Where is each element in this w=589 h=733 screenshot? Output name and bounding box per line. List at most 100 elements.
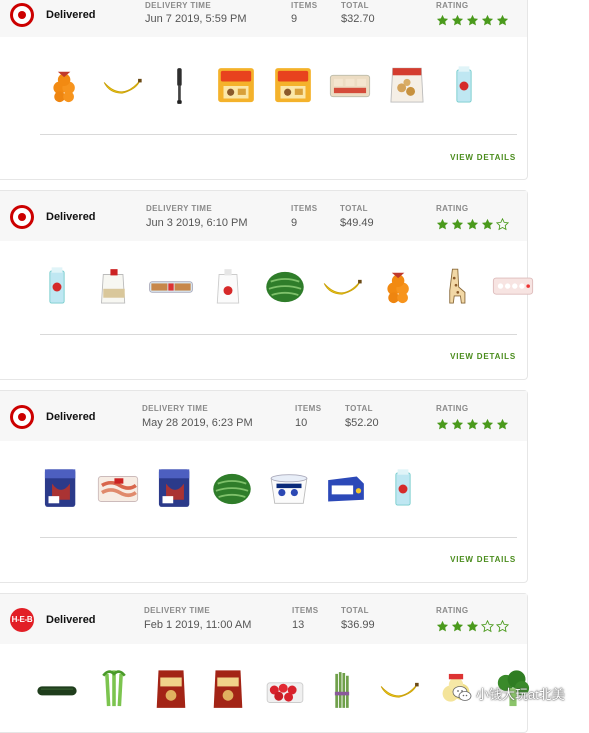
product-thumbnail[interactable] — [321, 464, 378, 514]
heb-logo-icon: H‑E‑B — [10, 608, 34, 632]
product-thumbnail[interactable] — [146, 665, 203, 715]
items-value: 9 — [291, 217, 298, 229]
product-thumbnail[interactable] — [97, 61, 154, 111]
star-filled-icon — [451, 620, 464, 632]
lunchables-pack-icon — [275, 68, 311, 103]
milk-carton-icon — [49, 267, 65, 304]
spatula-icon — [177, 68, 182, 104]
items-value: 13 — [292, 619, 305, 631]
order-status: Delivered — [46, 411, 96, 423]
cheese-box-icon — [328, 476, 364, 502]
diaper-pack-icon — [44, 469, 76, 507]
items-label: ITEMS — [291, 204, 318, 213]
items-value: 10 — [295, 417, 308, 429]
milk-carton-icon — [456, 66, 472, 103]
order-status: Delivered — [46, 9, 96, 21]
star-filled-icon — [481, 14, 494, 26]
star-filled-icon — [466, 218, 479, 230]
product-thumbnail[interactable] — [207, 464, 264, 514]
star-filled-icon — [481, 218, 494, 230]
rating-label: RATING — [436, 606, 469, 615]
delivery-time-label: DELIVERY TIME — [146, 204, 213, 213]
milk-carton-icon — [395, 469, 411, 506]
star-filled-icon — [466, 14, 479, 26]
delivery-time-value: Jun 3 2019, 6:10 PM — [146, 217, 248, 229]
total-label: TOTAL — [340, 204, 368, 213]
product-thumbnail[interactable] — [89, 665, 146, 715]
star-filled-icon — [451, 218, 464, 230]
product-thumbnail[interactable] — [40, 61, 97, 111]
divider — [40, 334, 517, 335]
product-thumbnails — [32, 262, 534, 312]
divider — [40, 134, 517, 135]
star-filled-icon — [451, 418, 464, 430]
order-status: Delivered — [46, 614, 96, 626]
wechat-icon — [452, 685, 472, 701]
banana-icon — [380, 682, 419, 698]
watermelon-icon — [266, 271, 304, 303]
product-thumbnail[interactable] — [36, 464, 93, 514]
product-thumbnail[interactable] — [317, 262, 374, 312]
view-details-link[interactable]: VIEW DETAILS — [450, 555, 516, 564]
product-thumbnail[interactable] — [317, 665, 374, 715]
cucumber-icon — [37, 686, 77, 696]
watermark-text: 小钱大玩at北美 — [476, 687, 565, 702]
yogurt-cup-icon — [270, 474, 308, 504]
product-thumbnail[interactable] — [89, 262, 146, 312]
product-thumbnail[interactable] — [325, 61, 382, 111]
target-logo-icon — [10, 3, 34, 27]
product-thumbnail[interactable] — [260, 665, 317, 715]
giraffe-toy-icon — [449, 268, 466, 304]
oranges-bag-icon — [53, 71, 75, 103]
items-label: ITEMS — [292, 606, 319, 615]
product-thumbnail[interactable] — [93, 464, 150, 514]
delivery-time-label: DELIVERY TIME — [142, 404, 209, 413]
product-thumbnail[interactable] — [150, 464, 207, 514]
product-thumbnail[interactable] — [32, 665, 89, 715]
asparagus-icon — [334, 672, 350, 708]
product-thumbnail[interactable] — [374, 262, 431, 312]
watermark: 小钱大玩at北美 — [452, 684, 565, 703]
product-thumbnail[interactable] — [211, 61, 268, 111]
product-thumbnail[interactable] — [32, 262, 89, 312]
product-thumbnail[interactable] — [146, 262, 203, 312]
target-logo-icon — [10, 405, 34, 429]
rating-stars — [436, 418, 509, 431]
delivery-time-label: DELIVERY TIME — [144, 606, 211, 615]
star-empty-icon — [496, 620, 509, 633]
view-details-link[interactable]: VIEW DETAILS — [450, 352, 516, 361]
product-thumbnail[interactable] — [431, 262, 488, 312]
delivery-time-value: Feb 1 2019, 11:00 AM — [144, 619, 252, 631]
star-filled-icon — [436, 218, 449, 230]
product-thumbnail[interactable] — [378, 464, 435, 514]
product-thumbnail[interactable] — [374, 665, 431, 715]
rating-stars — [436, 14, 509, 27]
star-filled-icon — [496, 418, 509, 430]
product-thumbnail[interactable] — [203, 665, 260, 715]
product-thumbnail[interactable] — [260, 262, 317, 312]
water-jug-icon — [216, 269, 240, 304]
star-filled-icon — [481, 418, 494, 430]
oranges-bag-icon — [387, 272, 409, 304]
product-thumbnail[interactable] — [439, 61, 496, 111]
star-filled-icon — [436, 14, 449, 26]
celery-icon — [102, 670, 126, 707]
star-filled-icon — [436, 620, 449, 632]
bread-loaf-icon — [149, 281, 193, 293]
order-card: Delivered DELIVERY TIME Jun 3 2019, 6:10… — [0, 190, 534, 380]
milk-gallon-icon — [101, 269, 126, 304]
items-label: ITEMS — [295, 404, 322, 413]
product-thumbnail[interactable] — [264, 464, 321, 514]
product-thumbnail[interactable] — [268, 61, 325, 111]
view-details-link[interactable]: VIEW DETAILS — [450, 153, 516, 162]
product-thumbnail[interactable] — [382, 61, 439, 111]
order-card: Delivered DELIVERY TIME May 28 2019, 6:2… — [0, 390, 528, 583]
product-thumbnail[interactable] — [488, 262, 545, 312]
product-thumbnail[interactable] — [203, 262, 260, 312]
order-status: Delivered — [46, 211, 96, 223]
product-thumbnail[interactable] — [154, 61, 211, 111]
cookies-tray-icon — [329, 74, 371, 98]
star-filled-icon — [496, 14, 509, 26]
rating-stars — [436, 218, 509, 231]
total-value: $52.20 — [345, 417, 379, 429]
